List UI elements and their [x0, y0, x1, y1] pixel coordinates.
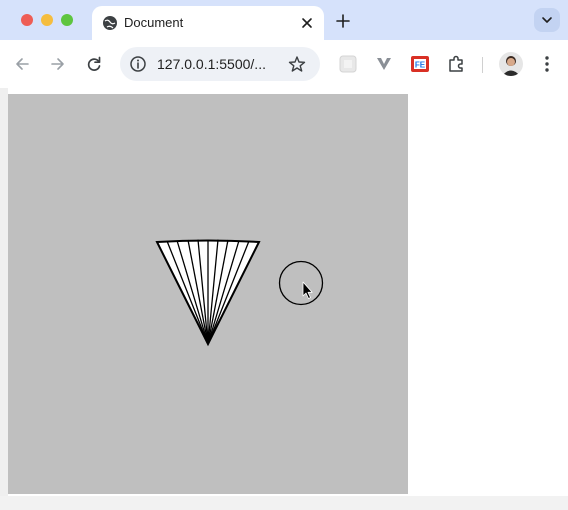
fan-shape — [155, 239, 261, 347]
back-arrow-icon[interactable] — [12, 54, 32, 74]
more-menu-icon[interactable] — [537, 54, 557, 74]
profile-avatar[interactable] — [499, 52, 523, 76]
chevron-down-icon — [542, 17, 552, 23]
canvas-drawing — [155, 239, 324, 347]
close-tab-icon[interactable] — [300, 16, 314, 30]
maximize-window-button[interactable] — [61, 14, 73, 26]
left-gutter — [0, 88, 8, 510]
tab-search-button[interactable] — [534, 8, 560, 32]
site-info-icon[interactable] — [129, 55, 147, 73]
tab-strip: Document — [0, 0, 568, 40]
avatar — [499, 52, 523, 76]
reload-icon[interactable] — [84, 54, 104, 74]
bookmark-star-icon[interactable] — [288, 55, 306, 73]
vivaldi-like-icon[interactable] — [373, 53, 395, 75]
svg-text:FE: FE — [415, 61, 426, 70]
minimize-window-button[interactable] — [41, 14, 53, 26]
fe-extension-icon[interactable]: FE — [409, 53, 431, 75]
tab-document[interactable]: Document — [92, 6, 324, 40]
extension-1-icon[interactable] — [337, 53, 359, 75]
url-text: 127.0.0.1:5500/... — [157, 56, 266, 72]
new-tab-icon[interactable] — [334, 12, 352, 30]
close-window-button[interactable] — [21, 14, 33, 26]
forward-arrow-icon[interactable] — [48, 54, 68, 74]
toolbar-divider — [482, 57, 483, 73]
page-bottom-band — [0, 496, 568, 510]
browser-toolbar: 127.0.0.1:5500/... FE — [0, 40, 568, 88]
mouse-cursor-icon — [302, 281, 313, 299]
circle-shape — [278, 260, 324, 306]
address-bar[interactable]: 127.0.0.1:5500/... — [120, 47, 320, 81]
drawing-canvas[interactable] — [8, 94, 408, 494]
puzzle-extensions-icon[interactable] — [445, 53, 467, 75]
page-viewport — [0, 88, 568, 510]
tab-title: Document — [124, 15, 184, 30]
globe-icon — [103, 16, 117, 30]
